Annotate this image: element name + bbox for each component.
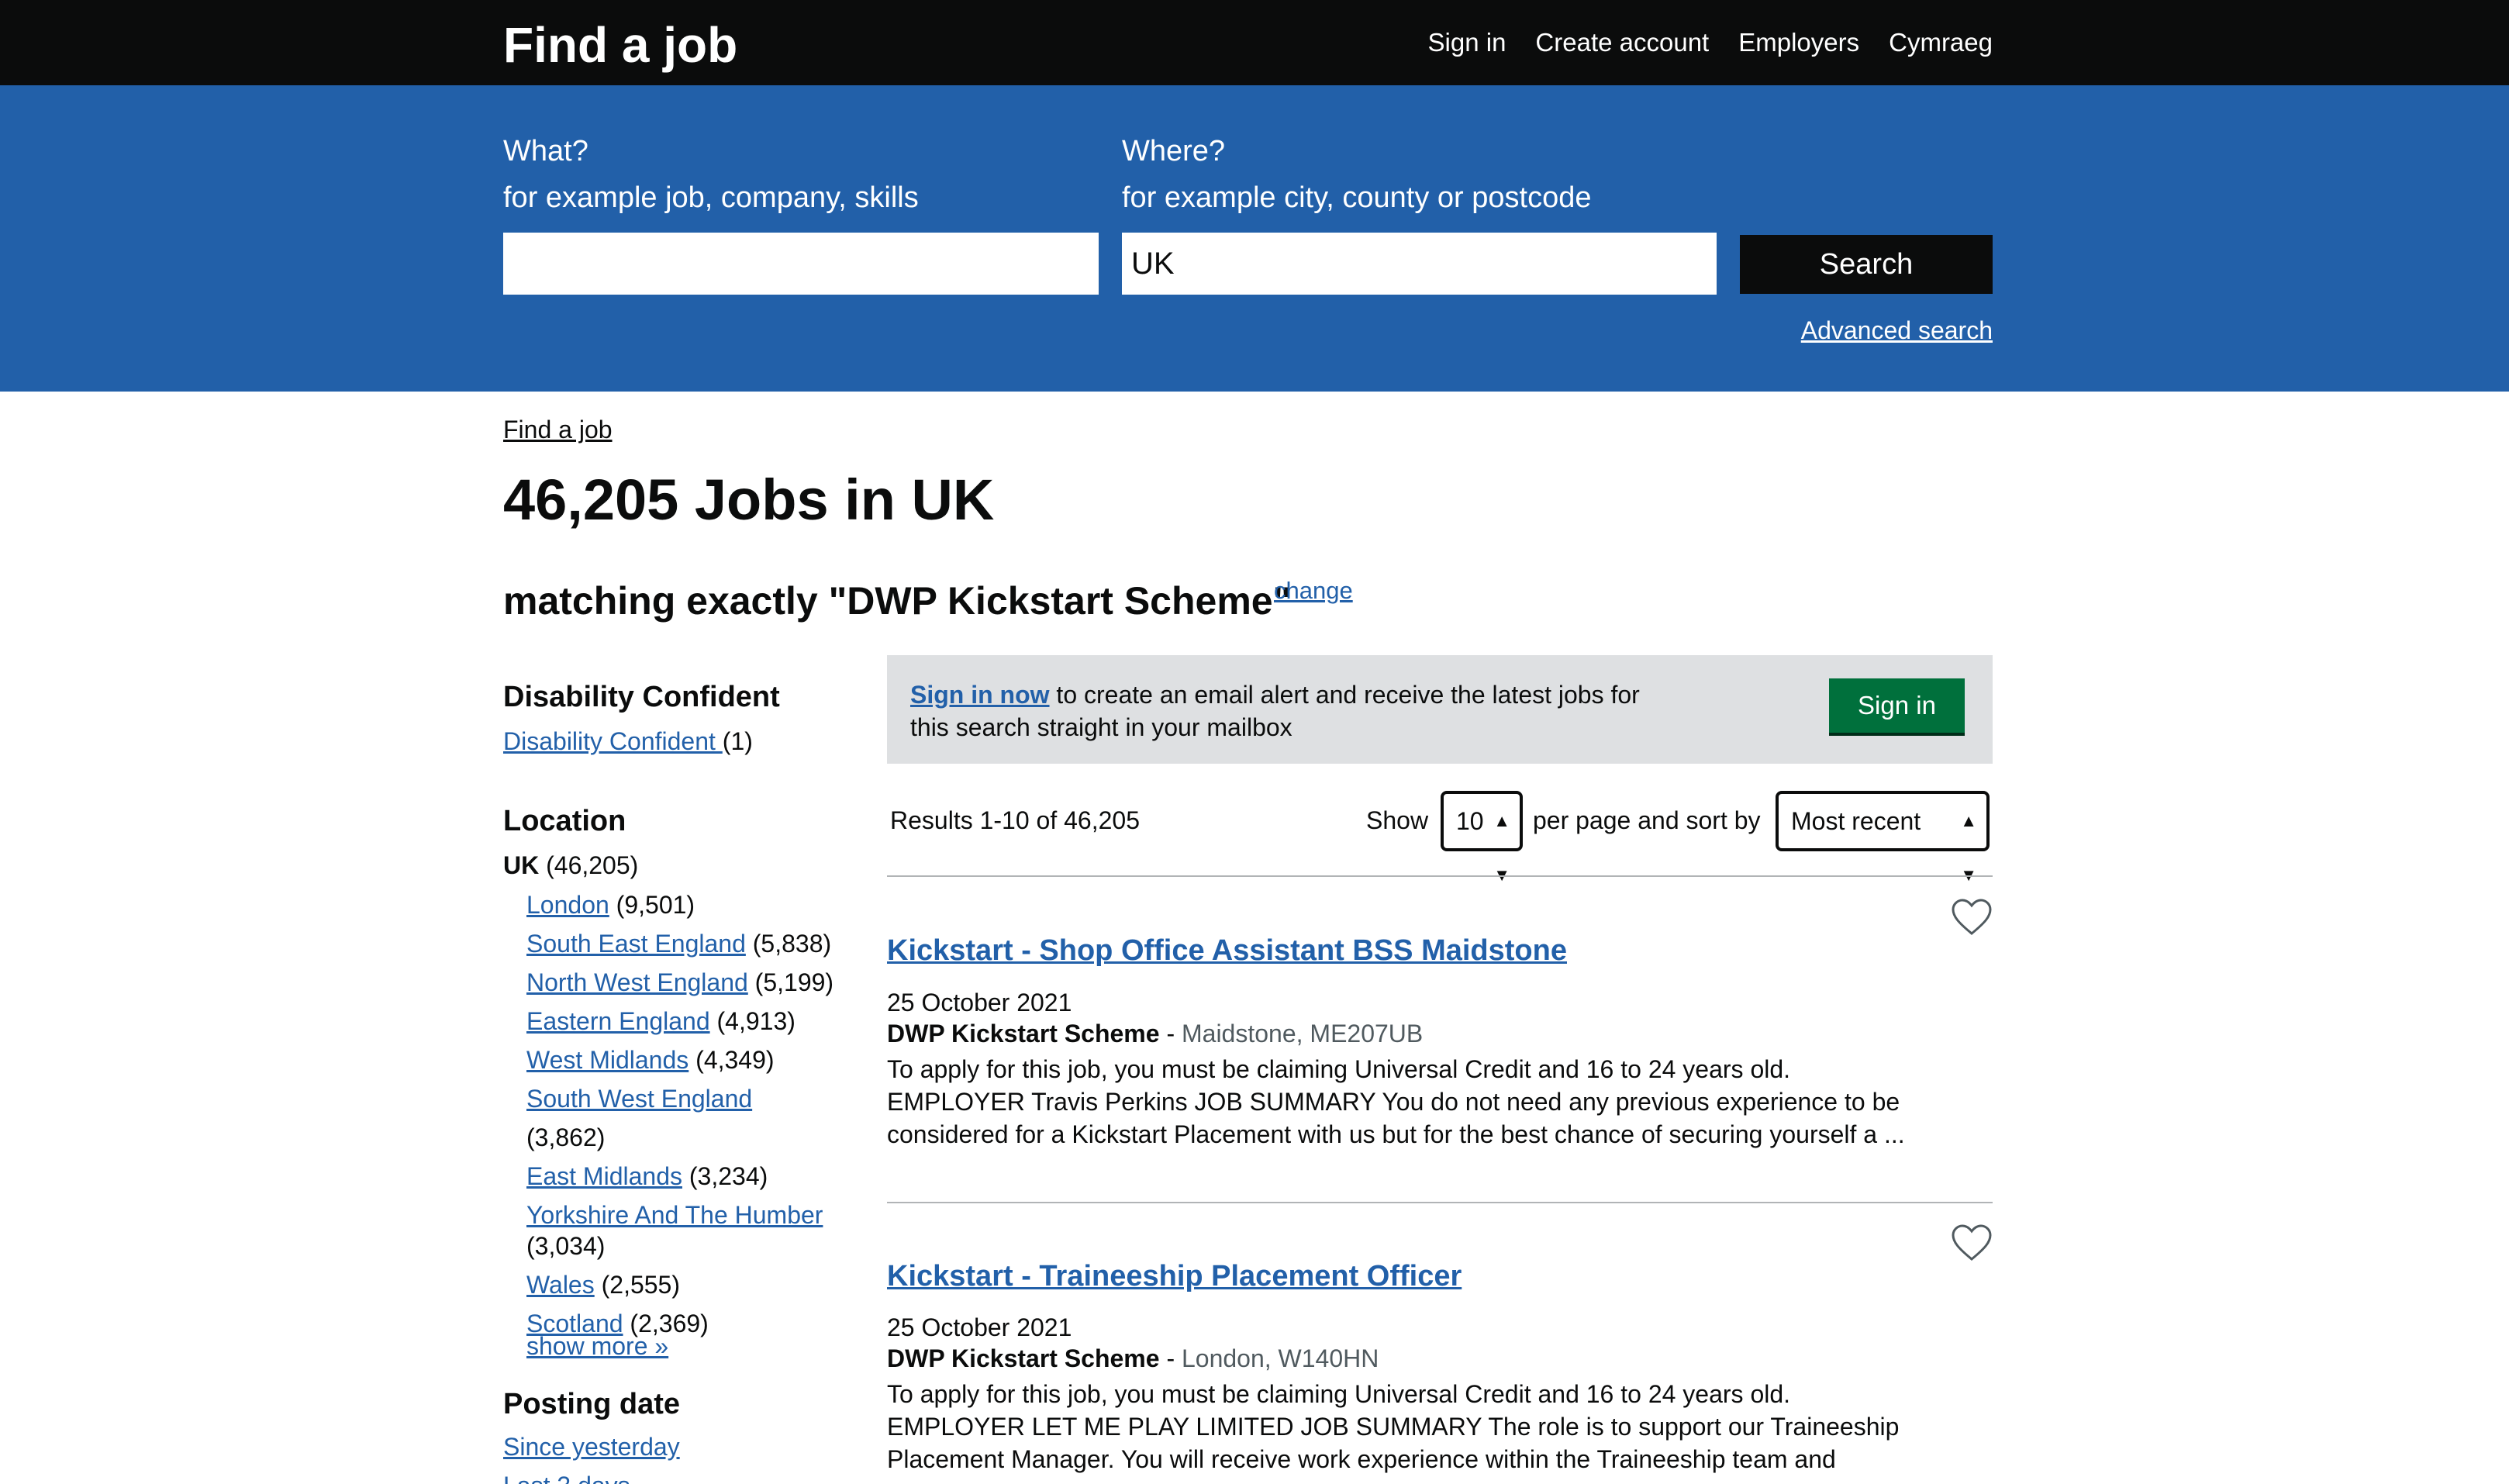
per-page-select[interactable]: 10 ▲ ▼ xyxy=(1441,791,1523,885)
location-list: London (9,501) South East England (5,838… xyxy=(526,885,837,1343)
search-query-heading: matching exactly "DWP Kickstart Scheme" xyxy=(503,579,1292,623)
location-link[interactable]: East Midlands xyxy=(526,1162,682,1190)
search-button[interactable]: Search xyxy=(1740,235,1993,294)
job-date: 25 October 2021 xyxy=(887,989,1072,1016)
location-count: (2,555) xyxy=(601,1271,680,1299)
location-link[interactable]: Wales xyxy=(526,1271,595,1299)
page: Find a job Sign in Create account Employ… xyxy=(0,0,2509,1484)
location-count: (3,234) xyxy=(689,1162,768,1190)
sort-label: per page and sort by xyxy=(1533,806,1761,834)
nav-employers-link[interactable]: Employers xyxy=(1738,23,1859,62)
page-title: 46,205 Jobs in UK xyxy=(503,468,995,532)
location-count: (3,034) xyxy=(526,1232,606,1260)
change-query-link[interactable]: change xyxy=(1274,577,1353,605)
posting-date-since-yesterday-link[interactable]: Since yesterday xyxy=(503,1433,680,1462)
location-item-yorkshire: Yorkshire And The Humber (3,034) xyxy=(526,1196,837,1265)
location-filter-title: Location xyxy=(503,805,626,837)
show-label: Show xyxy=(1366,806,1429,834)
location-item-south-east-england: South East England (5,838) xyxy=(526,924,837,963)
alert-sign-in-button[interactable]: Sign in xyxy=(1829,678,1965,736)
location-current-label: UK xyxy=(503,851,540,879)
select-arrows-icon: ▲ ▼ xyxy=(1493,811,1510,885)
location-item-london: London (9,501) xyxy=(526,885,837,924)
show-more-locations-link[interactable]: show more » xyxy=(526,1332,668,1361)
site-logo-link[interactable]: Find a job xyxy=(503,16,737,74)
breadcrumb-find-a-job[interactable]: Find a job xyxy=(503,416,613,444)
nav-sign-in-link[interactable]: Sign in xyxy=(1428,23,1506,62)
results-divider xyxy=(887,875,1993,877)
location-item-west-midlands: West Midlands (4,349) xyxy=(526,1041,837,1079)
job-location: London, W140HN xyxy=(1181,1344,1379,1372)
job-location: Maidstone, ME207UB xyxy=(1181,1020,1424,1047)
disability-confident-link[interactable]: Disability Confident xyxy=(503,727,723,755)
location-count: (3,862) xyxy=(526,1123,606,1151)
what-label: What? xyxy=(503,135,588,167)
sort-value: Most recent xyxy=(1791,807,1921,835)
job-description: To apply for this job, you must be claim… xyxy=(887,1055,1905,1148)
location-count: (4,349) xyxy=(695,1046,775,1074)
save-job-heart-icon[interactable] xyxy=(1951,898,1993,937)
location-link[interactable]: Yorkshire And The Humber xyxy=(526,1201,823,1229)
nav-create-account-link[interactable]: Create account xyxy=(1535,23,1709,62)
sort-select[interactable]: Most recent ▲ ▼ xyxy=(1776,791,1990,885)
location-count: (4,913) xyxy=(716,1007,795,1035)
where-hint: for example city, county or postcode xyxy=(1122,181,1592,214)
job-employer-line: DWP Kickstart Scheme - London, W140HN xyxy=(887,1344,1379,1372)
header-nav: Sign in Create account Employers Cymraeg xyxy=(1428,23,1993,62)
job-employer: DWP Kickstart Scheme xyxy=(887,1020,1160,1047)
location-link[interactable]: North West England xyxy=(526,968,748,996)
location-link[interactable]: South West England xyxy=(526,1085,752,1113)
job-description: To apply for this job, you must be claim… xyxy=(887,1380,1900,1473)
job-divider xyxy=(887,1202,1993,1203)
save-job-heart-icon[interactable] xyxy=(1951,1223,1993,1262)
per-page-value: 10 xyxy=(1456,807,1484,835)
search-panel: What? for example job, company, skills W… xyxy=(0,85,2509,392)
site-header: Find a job Sign in Create account Employ… xyxy=(0,0,2509,85)
location-link[interactable]: Eastern England xyxy=(526,1007,710,1035)
location-item-north-west-england: North West England (5,199) xyxy=(526,963,837,1002)
where-input[interactable] xyxy=(1122,233,1717,295)
location-item-wales: Wales (2,555) xyxy=(526,1265,837,1304)
location-item-eastern-england: Eastern England (4,913) xyxy=(526,1002,837,1041)
sign-in-now-link[interactable]: Sign in now xyxy=(910,681,1050,709)
location-count: (9,501) xyxy=(616,891,695,919)
location-current-count: (46,205) xyxy=(546,851,639,879)
select-arrows-icon: ▲ ▼ xyxy=(1960,811,1977,885)
disability-filter-title: Disability Confident xyxy=(503,681,780,713)
job-employer-line: DWP Kickstart Scheme - Maidstone, ME207U… xyxy=(887,1020,1424,1047)
job-employer: DWP Kickstart Scheme xyxy=(887,1344,1160,1372)
what-input[interactable] xyxy=(503,233,1099,295)
results-summary: Results 1-10 of 46,205 xyxy=(890,806,1140,834)
email-alert-text: Sign in now to create an email alert and… xyxy=(910,678,1670,744)
email-alert-banner: Sign in now to create an email alert and… xyxy=(887,655,1993,764)
location-count: (5,838) xyxy=(752,930,832,958)
disability-confident-count: (1) xyxy=(722,727,753,755)
what-hint: for example job, company, skills xyxy=(503,181,919,214)
location-count: (5,199) xyxy=(754,968,834,996)
posting-date-filter-title: Posting date xyxy=(503,1388,681,1420)
nav-cymraeg-link[interactable]: Cymraeg xyxy=(1889,23,1993,62)
location-item-east-midlands: East Midlands (3,234) xyxy=(526,1157,837,1196)
advanced-search-link[interactable]: Advanced search xyxy=(1801,316,1993,345)
job-date: 25 October 2021 xyxy=(887,1313,1072,1341)
location-current: UK (46,205) xyxy=(503,851,638,880)
where-label: Where? xyxy=(1122,135,1226,167)
location-item-south-west-england: South West England (3,862) xyxy=(526,1079,837,1157)
disability-filter-item: Disability Confident (1) xyxy=(503,727,753,756)
job-title-link[interactable]: Kickstart - Shop Office Assistant BSS Ma… xyxy=(887,934,1567,968)
location-link[interactable]: West Midlands xyxy=(526,1046,689,1074)
location-link[interactable]: South East England xyxy=(526,930,746,958)
location-link[interactable]: London xyxy=(526,891,609,919)
posting-date-last-3-days-link[interactable]: Last 3 days xyxy=(503,1472,630,1484)
job-title-link[interactable]: Kickstart - Traineeship Placement Office… xyxy=(887,1260,1462,1293)
